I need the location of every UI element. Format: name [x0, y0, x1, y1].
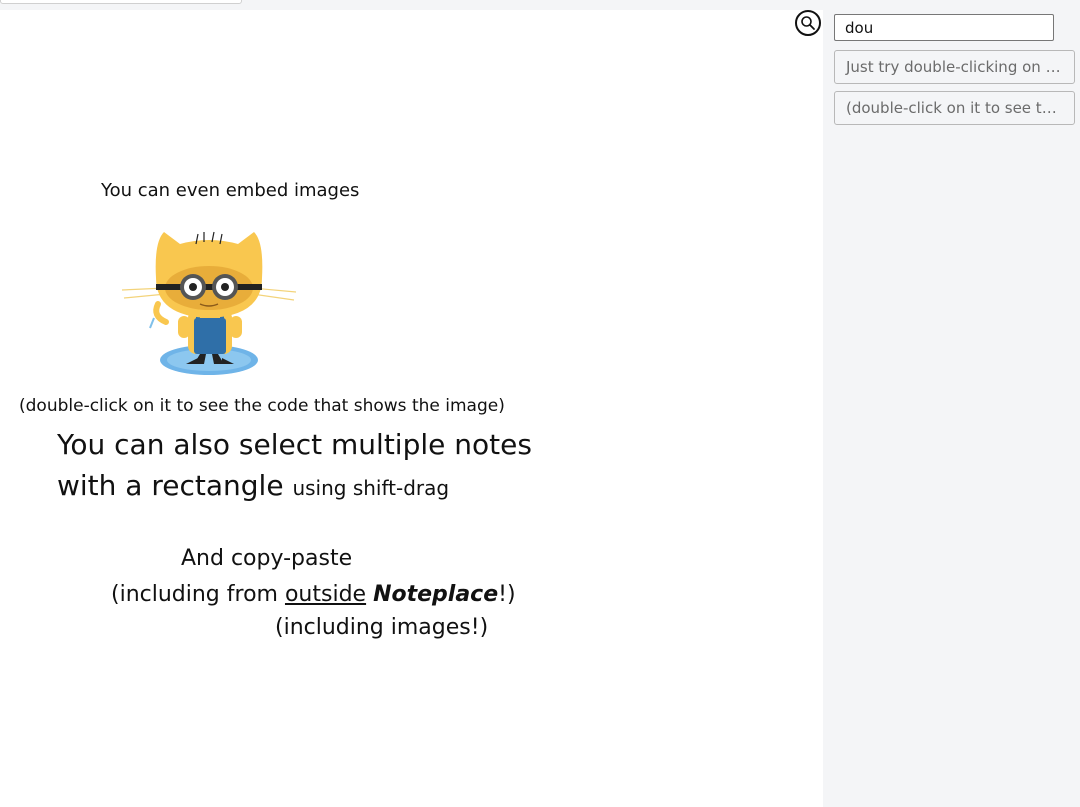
- search-result-item[interactable]: (double-click on it to see the ···: [834, 91, 1075, 125]
- note-embed-images[interactable]: You can even embed images: [101, 180, 359, 201]
- search-button[interactable]: [795, 10, 821, 36]
- search-result-item[interactable]: Just try double-clicking on e···: [834, 50, 1075, 84]
- note-copy-paste[interactable]: And copy-paste: [181, 546, 352, 571]
- note-including-images[interactable]: (including images!): [275, 615, 488, 640]
- including-suffix: !): [498, 582, 516, 607]
- note-double-click[interactable]: (double-click on it to see the code that…: [19, 396, 505, 416]
- note-including-outside[interactable]: (including from outside Noteplace!): [111, 582, 516, 607]
- outside-link[interactable]: outside: [285, 582, 366, 607]
- select-line-1: You can also select multiple notes: [57, 428, 532, 461]
- select-line-2-text: with a rectangle: [57, 469, 284, 502]
- note-select-multiple[interactable]: You can also select multiple notes with …: [57, 424, 532, 509]
- select-line-2: with a rectangle using shift-drag: [57, 465, 532, 509]
- noteplace-name: Noteplace: [373, 582, 499, 607]
- top-strip: [0, 0, 823, 10]
- octocat-image[interactable]: [118, 218, 300, 378]
- including-prefix: (including from: [111, 582, 285, 607]
- search-input[interactable]: [834, 14, 1054, 41]
- search-icon: [801, 16, 815, 30]
- toolbar-stub: [0, 0, 242, 4]
- select-shift-drag: using shift-drag: [292, 476, 450, 500]
